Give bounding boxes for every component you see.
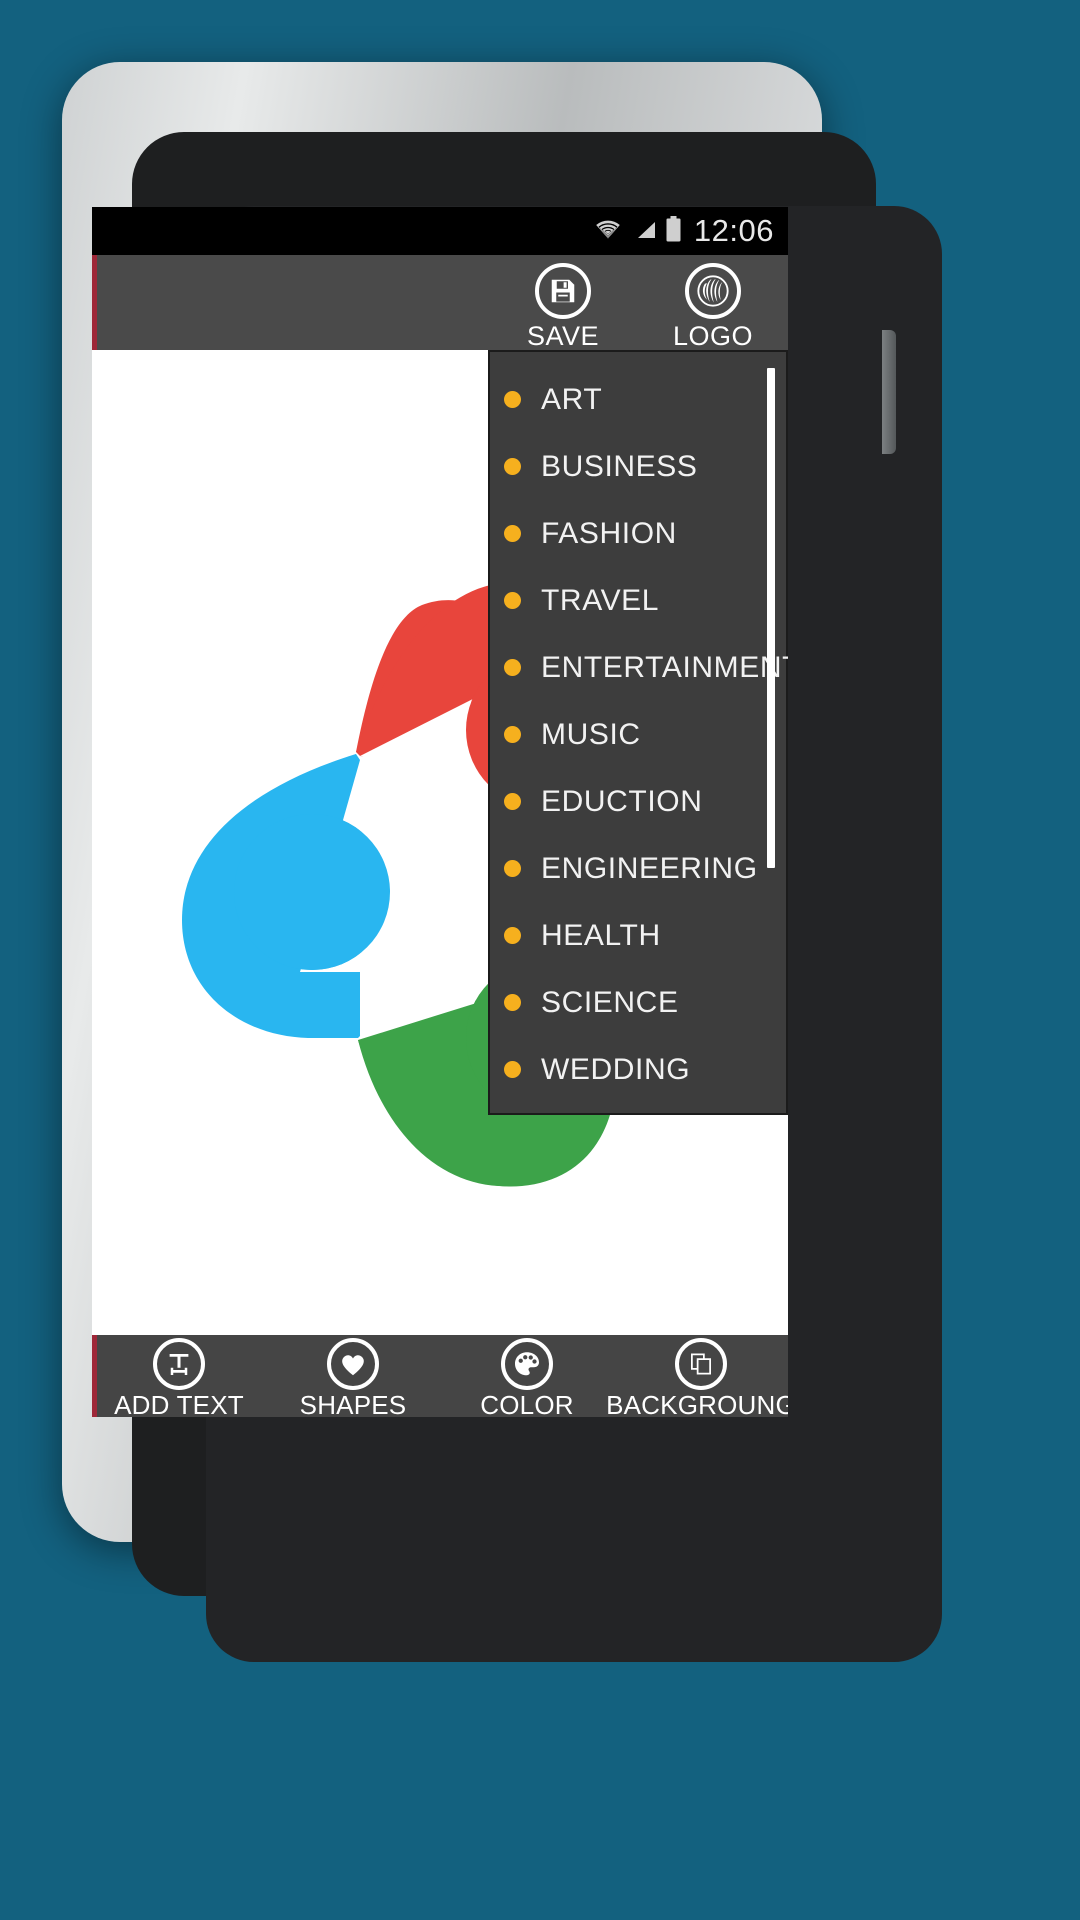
- dropdown-item-label: FASHION: [541, 516, 677, 550]
- wifi-icon: [593, 217, 623, 246]
- dropdown-item-health[interactable]: HEALTH: [490, 902, 786, 969]
- dropdown-item-art[interactable]: ART: [490, 366, 786, 433]
- dropdown-item-label: EDUCTION: [541, 784, 703, 818]
- logo-button-label: LOGO: [672, 321, 754, 351]
- dropdown-item-label: ART: [541, 382, 603, 416]
- dropdown-scrollbar-thumb[interactable]: [767, 368, 775, 868]
- bullet-icon: [504, 592, 521, 609]
- bullet-icon: [504, 659, 521, 676]
- dropdown-item-label: SCIENCE: [541, 985, 679, 1019]
- bullet-icon: [504, 391, 521, 408]
- dropdown-item-science[interactable]: SCIENCE: [490, 969, 786, 1036]
- bullet-icon: [504, 860, 521, 877]
- heart-icon: [327, 1338, 379, 1390]
- toolbar-accent-stripe: [92, 255, 97, 350]
- text-tool-icon: [153, 1338, 205, 1390]
- design-canvas[interactable]: ART BUSINESS FASHION TRAVEL ENTERTAINMEN…: [92, 350, 788, 1335]
- color-button-label: COLOR: [480, 1390, 574, 1417]
- save-button-label: SAVE: [526, 321, 600, 351]
- shapes-button[interactable]: SHAPES: [266, 1335, 440, 1417]
- status-icons: [593, 215, 682, 247]
- dropdown-item-label: BUSINESS: [541, 449, 698, 483]
- bullet-icon: [504, 458, 521, 475]
- category-dropdown[interactable]: ART BUSINESS FASHION TRAVEL ENTERTAINMEN…: [488, 350, 788, 1115]
- bullet-icon: [504, 1061, 521, 1078]
- bullet-icon: [504, 793, 521, 810]
- floppy-disk-icon: [535, 263, 591, 319]
- bullet-icon: [504, 994, 521, 1011]
- palette-icon: [501, 1338, 553, 1390]
- background-button-label: BACKGROUNG: [606, 1390, 788, 1417]
- logo-swirl-icon: [685, 263, 741, 319]
- dropdown-item-label: MUSIC: [541, 717, 641, 751]
- logo-button[interactable]: LOGO: [638, 255, 788, 352]
- bullet-icon: [504, 525, 521, 542]
- dropdown-item-label: ENTERTAINMENT: [541, 650, 788, 684]
- status-clock: 12:06: [693, 213, 774, 248]
- color-button[interactable]: COLOR: [440, 1335, 614, 1417]
- layers-icon: [675, 1338, 727, 1390]
- dropdown-item-engineering[interactable]: ENGINEERING: [490, 835, 786, 902]
- dropdown-item-travel[interactable]: TRAVEL: [490, 567, 786, 634]
- bullet-icon: [504, 927, 521, 944]
- dropdown-item-fashion[interactable]: FASHION: [490, 500, 786, 567]
- category-dropdown-items: ART BUSINESS FASHION TRAVEL ENTERTAINMEN…: [490, 366, 788, 1103]
- dropdown-item-label: WEDDING: [541, 1052, 691, 1086]
- status-bar: 12:06: [92, 207, 788, 255]
- add-text-button[interactable]: ADD TEXT: [92, 1335, 266, 1417]
- add-text-button-label: ADD TEXT: [114, 1390, 244, 1417]
- background-button[interactable]: BACKGROUNG: [606, 1335, 788, 1417]
- cellular-signal-icon: [630, 217, 658, 246]
- dropdown-item-label: TRAVEL: [541, 583, 660, 617]
- dropdown-item-eduction[interactable]: EDUCTION: [490, 768, 786, 835]
- dropdown-item-label: ENGINEERING: [541, 851, 758, 885]
- dropdown-item-entertainment[interactable]: ENTERTAINMENT: [490, 634, 788, 701]
- power-button[interactable]: [882, 330, 896, 454]
- battery-icon: [665, 215, 682, 247]
- bottom-action-bar: ADD TEXT SHAPES COLOR BACKGROUNG: [92, 1335, 788, 1417]
- dropdown-item-business[interactable]: BUSINESS: [490, 433, 786, 500]
- dropdown-item-music[interactable]: MUSIC: [490, 701, 786, 768]
- shapes-button-label: SHAPES: [299, 1390, 407, 1417]
- dropdown-item-wedding[interactable]: WEDDING: [490, 1036, 786, 1103]
- phone-screen: 12:06 SAVE LOGO ART BUSINESS FASHION TRA…: [92, 207, 788, 1417]
- save-button[interactable]: SAVE: [488, 255, 638, 352]
- bullet-icon: [504, 726, 521, 743]
- dropdown-item-label: HEALTH: [541, 918, 661, 952]
- app-toolbar: SAVE LOGO: [92, 255, 788, 352]
- action-bar-accent-stripe: [92, 1335, 97, 1417]
